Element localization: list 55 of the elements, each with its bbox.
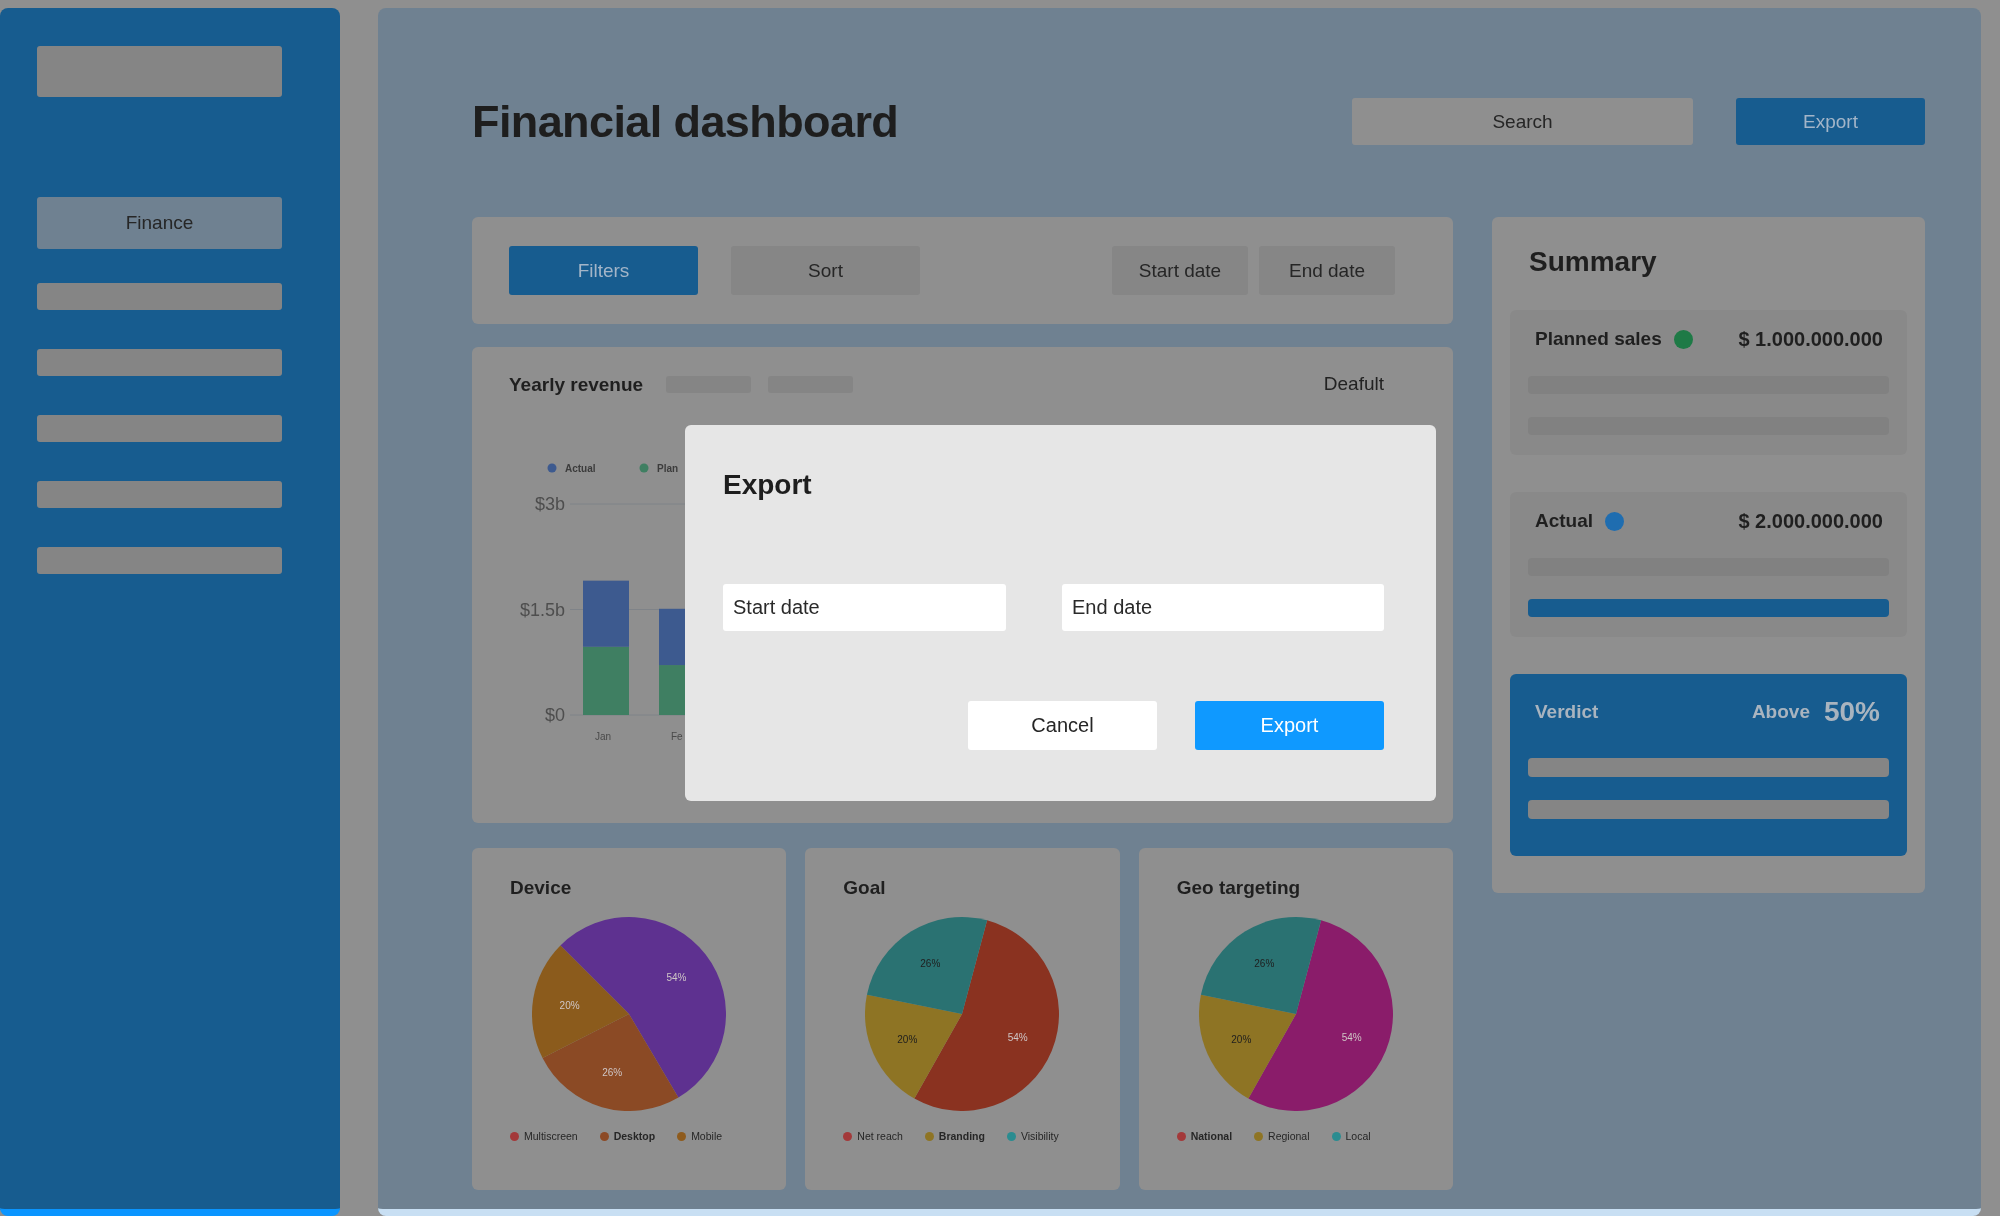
legend-item[interactable]: Net reach [843,1130,903,1143]
axis-label: $3b [534,494,565,514]
primary-button[interactable]: Export [1736,98,1925,145]
chart-bar [659,665,686,715]
view-dropdown[interactable]: Deafult [1323,373,1384,395]
legend-label: Actual [565,463,596,474]
page-title: Financial dashboard [472,95,899,148]
date-button[interactable]: Start date [1112,246,1248,295]
chart-bar [583,646,629,715]
primary-button[interactable]: Filters [509,246,698,295]
date-field[interactable]: End date [1062,584,1384,631]
slice-label: 20% [897,1034,918,1045]
card-title: Summary [1529,245,1657,279]
legend-item[interactable]: Desktop [599,1130,656,1143]
metric-label: Planned sales [1535,328,1662,350]
axis-label: Fe [671,731,683,742]
metric-label: Actual [1535,510,1594,532]
chart-bar [583,580,629,647]
verdict-value: 50% [1823,696,1880,728]
slice-label: 54% [666,972,687,984]
legend-item[interactable]: National [1176,1130,1233,1143]
date-button[interactable]: End date [1259,246,1395,295]
legend-item[interactable]: Multiscreen [510,1130,578,1143]
slice-label: 20% [559,999,580,1011]
legend-item[interactable]: Visibility [1006,1130,1059,1143]
verdict-qualifier: Above [1751,701,1810,723]
axis-label: $1.5b [519,599,565,620]
slice-label: 20% [1231,1034,1252,1045]
secondary-button[interactable]: Cancel [968,701,1157,750]
legend-label: Plan [657,463,679,474]
slice-label: 54% [1341,1031,1362,1043]
slice-label: 54% [1008,1031,1029,1043]
slice-label: 26% [602,1066,623,1078]
secondary-button[interactable]: Search [1352,98,1693,145]
card-title: Yearly revenue [509,372,644,396]
dialog-title: Export [723,468,812,502]
nav-item[interactable]: Finance [37,197,282,249]
chart-bar [659,608,686,666]
primary-button[interactable]: Export [1195,701,1384,750]
legend-item[interactable]: Local [1331,1130,1371,1143]
date-field[interactable]: Start date [723,584,1006,631]
slice-label: 26% [920,957,941,969]
axis-label: $0 [544,705,565,725]
axis-label: Jan [595,731,612,742]
metric-value: $ 1.000.000.000 [1738,327,1883,351]
legend-item[interactable]: Branding [924,1130,985,1143]
slice-label: 26% [1254,957,1275,969]
legend-item[interactable]: Regional [1254,1130,1310,1143]
verdict-label: Verdict [1535,701,1599,723]
legend-item[interactable]: Mobile [677,1130,723,1143]
card-title: Goal [843,876,886,899]
metric-value: $ 2.000.000.000 [1738,509,1883,533]
card-title: Geo targeting [1176,876,1301,899]
secondary-button[interactable]: Sort [731,246,920,295]
card-title: Device [510,876,572,899]
